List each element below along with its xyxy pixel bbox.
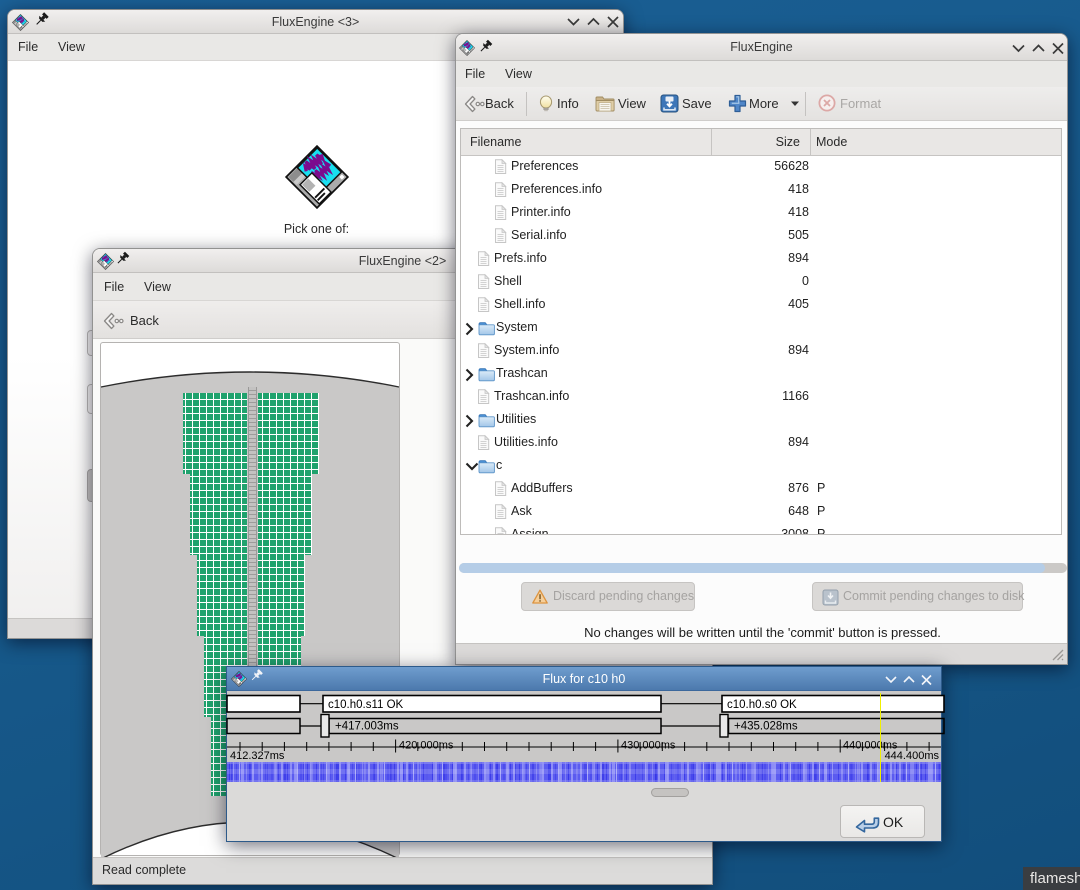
svg-text:412.327ms: 412.327ms <box>230 750 285 762</box>
svg-text:444.400ms: 444.400ms <box>885 750 940 762</box>
svg-text:c10.h0.s0 OK: c10.h0.s0 OK <box>727 699 797 711</box>
svg-text:430.000ms: 430.000ms <box>621 740 676 752</box>
svg-text:420.000ms: 420.000ms <box>399 740 454 752</box>
svg-text:+435.028ms: +435.028ms <box>734 721 798 733</box>
svg-text:c10.h0.s11 OK: c10.h0.s11 OK <box>328 699 404 711</box>
svg-text:+417.003ms: +417.003ms <box>335 721 399 733</box>
